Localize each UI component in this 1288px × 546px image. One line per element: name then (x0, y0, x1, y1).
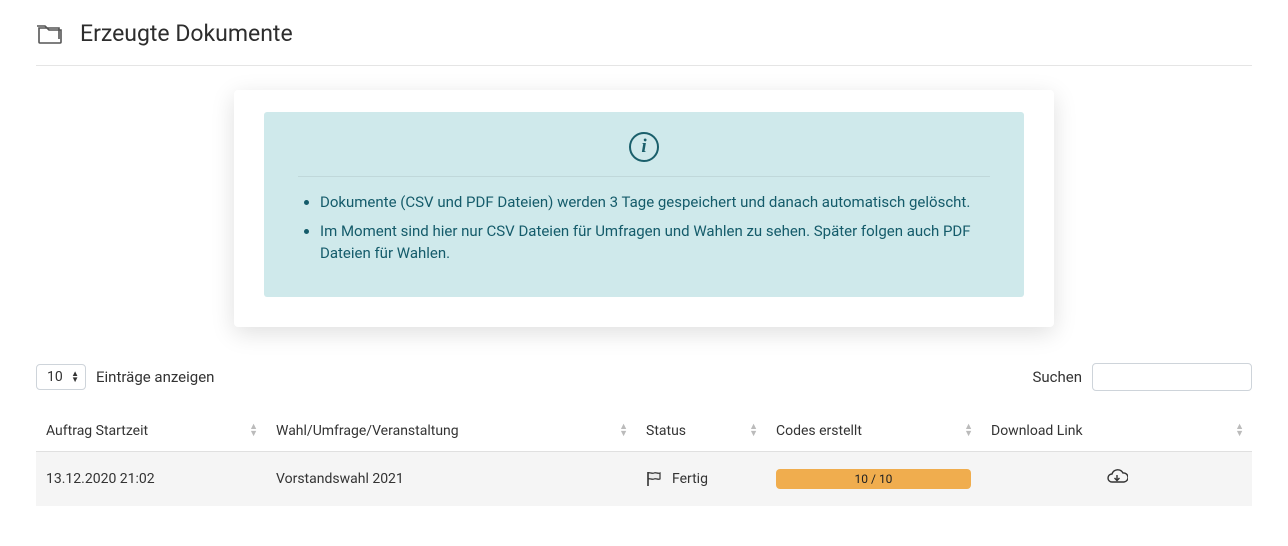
info-icon-wrap: i (298, 132, 990, 177)
col-event[interactable]: Wahl/Umfrage/Veranstaltung ▲▼ (266, 411, 636, 452)
col-start-label: Auftrag Startzeit (46, 423, 148, 439)
select-arrows-icon: ▲▼ (71, 371, 79, 383)
col-status[interactable]: Status ▲▼ (636, 411, 766, 452)
info-item: Im Moment sind hier nur CSV Dateien für … (320, 220, 990, 265)
col-status-label: Status (646, 423, 686, 439)
col-start[interactable]: Auftrag Startzeit ▲▼ (36, 411, 266, 452)
page-title: Erzeugte Dokumente (80, 20, 293, 47)
table-row: 13.12.2020 21:02 Vorstandswahl 2021 Fert… (36, 451, 1252, 506)
sort-icon: ▲▼ (1235, 424, 1244, 438)
codes-progress: 10 / 10 (776, 469, 971, 489)
page-length-value: 10 (47, 369, 63, 385)
info-box: i Dokumente (CSV und PDF Dateien) werden… (264, 112, 1024, 297)
info-card: i Dokumente (CSV und PDF Dateien) werden… (234, 90, 1054, 327)
sort-icon: ▲▼ (619, 424, 628, 438)
col-event-label: Wahl/Umfrage/Veranstaltung (276, 423, 459, 439)
col-codes[interactable]: Codes erstellt ▲▼ (766, 411, 981, 452)
page-header: Erzeugte Dokumente (36, 20, 1252, 66)
page-length-label: Einträge anzeigen (96, 368, 214, 386)
cell-start: 13.12.2020 21:02 (36, 451, 266, 506)
cell-event: Vorstandswahl 2021 (266, 451, 636, 506)
folder-icon (36, 22, 66, 46)
col-codes-label: Codes erstellt (776, 423, 862, 439)
page-length-select[interactable]: 10 ▲▼ (36, 364, 86, 390)
documents-table: Auftrag Startzeit ▲▼ Wahl/Umfrage/Verans… (36, 411, 1252, 506)
col-download-label: Download Link (991, 423, 1083, 439)
status-text: Fertig (672, 471, 708, 487)
sort-icon: ▲▼ (249, 424, 258, 438)
search-input[interactable] (1092, 363, 1252, 391)
sort-icon: ▲▼ (964, 424, 973, 438)
search-label: Suchen (1032, 368, 1082, 386)
info-list: Dokumente (CSV und PDF Dateien) werden 3… (298, 191, 990, 265)
cell-status: Fertig (636, 451, 766, 506)
table-controls: 10 ▲▼ Einträge anzeigen Suchen (36, 363, 1252, 391)
flag-icon (646, 471, 662, 487)
info-item: Dokumente (CSV und PDF Dateien) werden 3… (320, 191, 990, 214)
cloud-download-icon (1106, 468, 1128, 486)
cell-codes: 10 / 10 (766, 451, 981, 506)
cell-download (981, 451, 1252, 506)
download-button[interactable] (1106, 468, 1128, 486)
info-icon: i (629, 132, 659, 162)
sort-icon: ▲▼ (749, 424, 758, 438)
col-download[interactable]: Download Link ▲▼ (981, 411, 1252, 452)
